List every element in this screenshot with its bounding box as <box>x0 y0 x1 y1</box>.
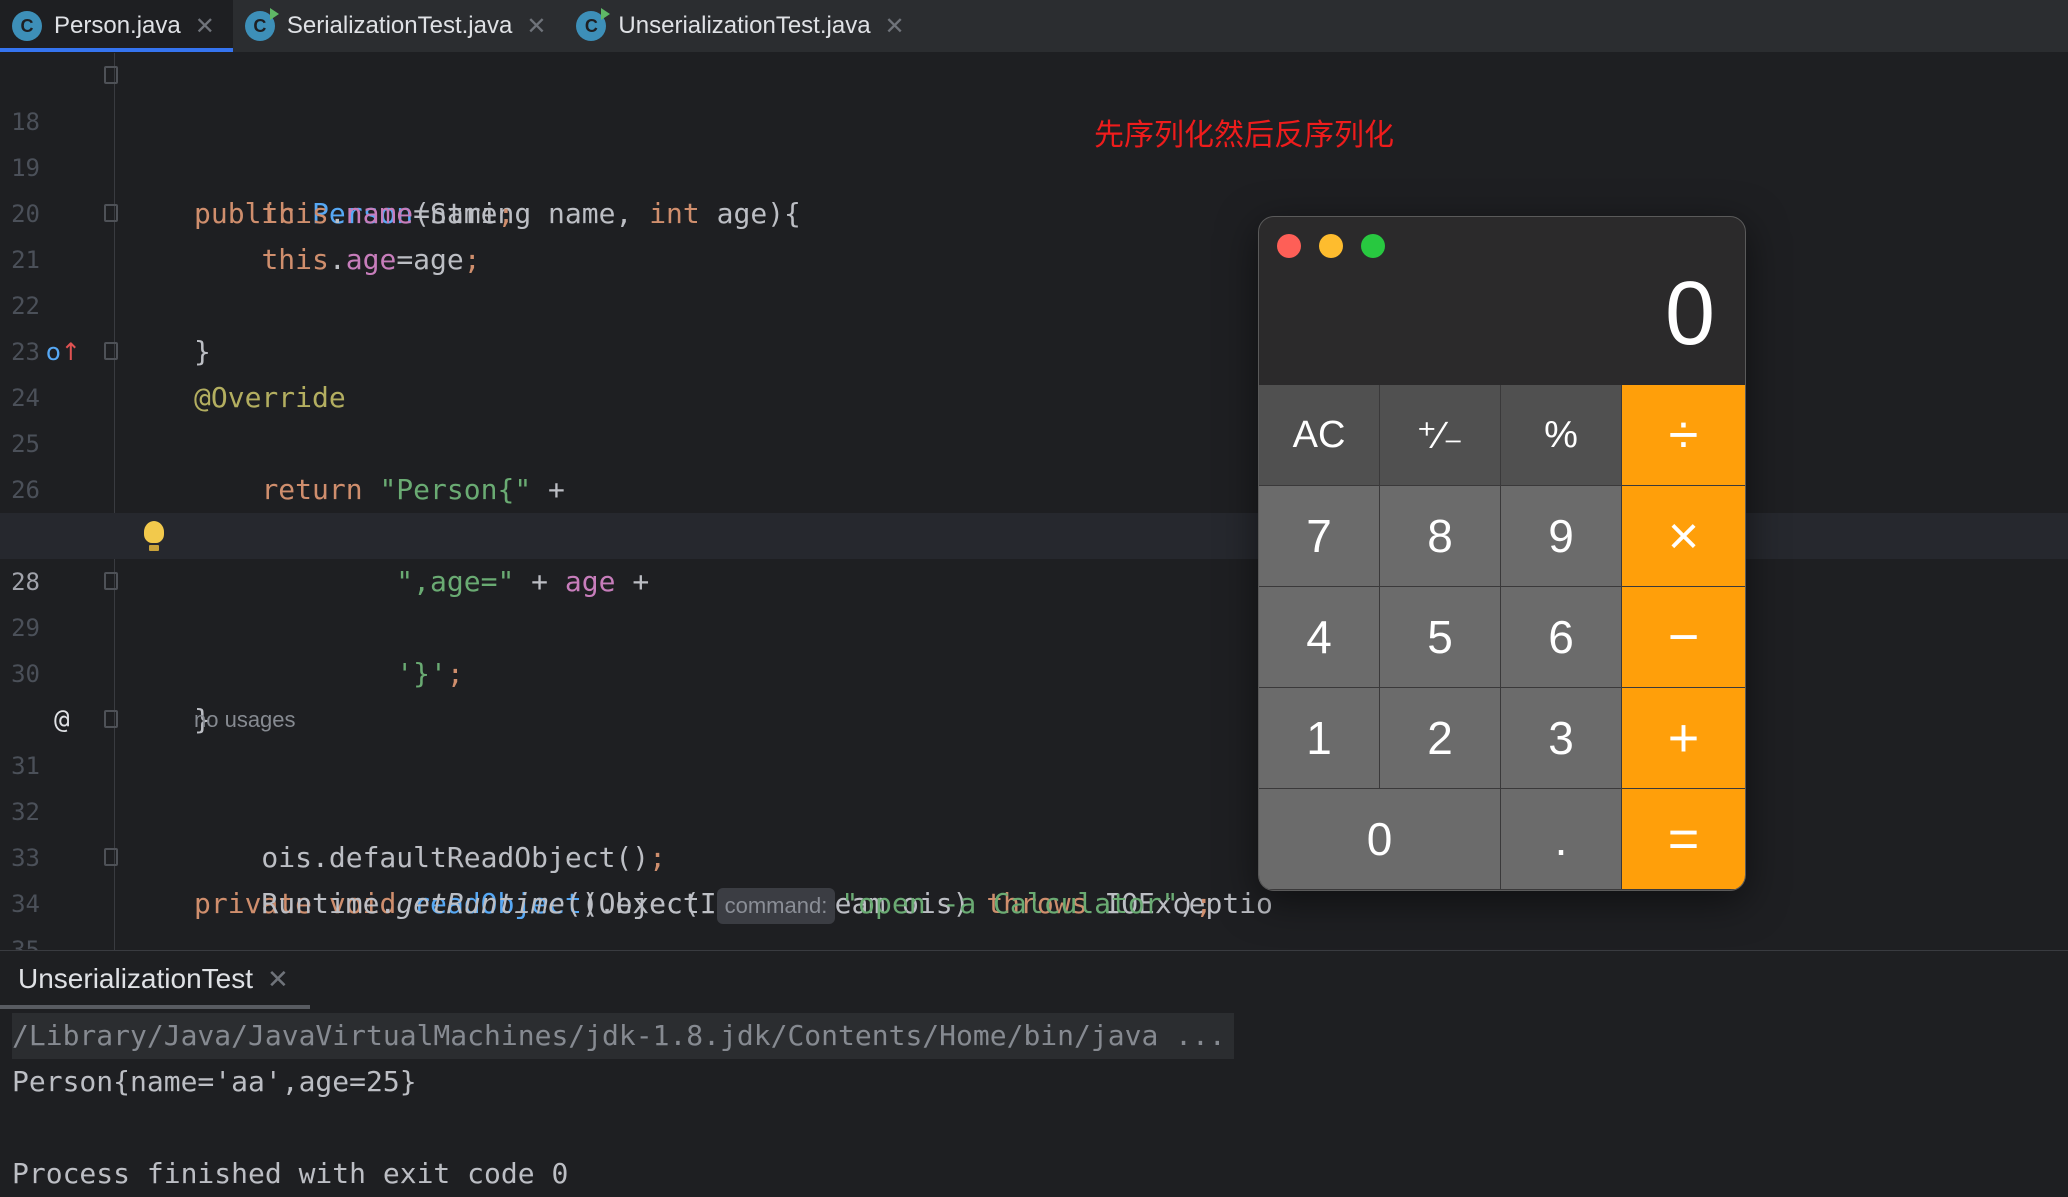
code-line[interactable]: 29 } <box>0 559 2068 736</box>
code-line[interactable]: 35 } <box>0 881 2068 1012</box>
run-tab-underline <box>0 1005 310 1009</box>
code-vision-line: no usages <box>0 651 2068 732</box>
code-line[interactable]: 31 @ private void readObject(ObjectInput… <box>0 697 2068 920</box>
console-output[interactable]: /Library/Java/JavaVirtualMachines/jdk-1.… <box>12 1013 1234 1197</box>
key-clear[interactable]: AC <box>1259 385 1380 486</box>
tab-label: Person.java <box>54 12 181 39</box>
key-7[interactable]: 7 <box>1259 486 1380 587</box>
key-2[interactable]: 2 <box>1380 688 1501 789</box>
code-line[interactable]: 33 Runtime.getRuntime().exec( command: "o… <box>0 789 2068 924</box>
calculator-window[interactable]: 0 AC ⁺∕₋ % ÷ 7 8 9 × 4 5 6 − 1 2 3 + 0 .… <box>1258 216 1746 891</box>
fold-marker-icon[interactable] <box>104 204 118 222</box>
runnable-class-icon: C <box>244 8 279 41</box>
key-sign[interactable]: ⁺∕₋ <box>1380 385 1501 486</box>
console-output-line: Person{name='aa',age=25} <box>12 1065 417 1098</box>
fold-marker-icon[interactable] <box>104 342 118 360</box>
key-divide[interactable]: ÷ <box>1622 385 1745 486</box>
tab-label: UnserializationTest.java <box>618 12 871 39</box>
code-line-current[interactable]: 28 '}'; <box>0 513 2068 690</box>
key-decimal[interactable]: . <box>1501 789 1622 890</box>
calculator-keypad: AC ⁺∕₋ % ÷ 7 8 9 × 4 5 6 − 1 2 3 + 0 . = <box>1259 385 1745 890</box>
run-tab-unserializationtest[interactable]: UnserializationTest ✕ <box>0 951 289 1007</box>
zoom-window-button[interactable] <box>1361 234 1385 258</box>
code-editor[interactable]: 18 public Person(String name, int age){ … <box>0 53 2068 1012</box>
code-line[interactable]: 20 this.age=age; <box>0 145 2068 276</box>
tab-person-java[interactable]: C Person.java ✕ <box>0 0 233 52</box>
annotation-at-icon[interactable]: @ <box>54 697 70 743</box>
fold-marker-icon[interactable] <box>104 572 118 590</box>
key-3[interactable]: 3 <box>1501 688 1622 789</box>
code-line[interactable]: 18 public Person(String name, int age){ <box>0 53 2068 230</box>
key-6[interactable]: 6 <box>1501 587 1622 688</box>
key-equals[interactable]: = <box>1622 789 1745 890</box>
close-icon[interactable]: ✕ <box>526 12 546 41</box>
key-1[interactable]: 1 <box>1259 688 1380 789</box>
key-8[interactable]: 8 <box>1380 486 1501 587</box>
run-tool-window: UnserializationTest ✕ /Library/Java/Java… <box>0 950 2068 1193</box>
key-add[interactable]: + <box>1622 688 1745 789</box>
calculator-display: 0 <box>1664 264 1715 364</box>
code-line[interactable]: 21 } <box>0 191 2068 368</box>
key-percent[interactable]: % <box>1501 385 1622 486</box>
runnable-class-icon: C <box>576 8 611 41</box>
key-multiply[interactable]: × <box>1622 486 1745 587</box>
minimize-window-button[interactable] <box>1319 234 1343 258</box>
code-line[interactable]: 24 o↑ public String toString(){ <box>0 329 2068 552</box>
code-line[interactable]: 26 "name='" + name + '\'' + <box>0 421 2068 552</box>
red-annotation-text: 先序列化然后反序列化 <box>1094 118 1394 153</box>
key-0[interactable]: 0 <box>1259 789 1501 890</box>
code-line[interactable]: 27 ",age=" + age + <box>0 467 2068 598</box>
console-exit-line: Process finished with exit code 0 <box>12 1157 569 1190</box>
code-line[interactable]: 19 this.name=name; <box>0 99 2068 230</box>
tab-serializationtest-java[interactable]: C SerializationTest.java ✕ <box>233 0 565 52</box>
code-line[interactable]: 22 <box>0 237 2068 320</box>
fold-marker-icon[interactable] <box>104 710 118 728</box>
overrides-method-icon[interactable]: o↑ <box>46 329 81 375</box>
code-line[interactable]: 30 <box>0 605 2068 688</box>
code-line[interactable]: 23 @Override <box>0 283 2068 414</box>
close-icon[interactable]: ✕ <box>885 12 905 41</box>
console-command-line[interactable]: /Library/Java/JavaVirtualMachines/jdk-1.… <box>12 1013 1234 1059</box>
code-line[interactable]: 25 return "Person{" + <box>0 375 2068 506</box>
key-5[interactable]: 5 <box>1380 587 1501 688</box>
run-tab-label: UnserializationTest <box>18 963 253 994</box>
key-9[interactable]: 9 <box>1501 486 1622 587</box>
lightbulb-icon[interactable] <box>144 521 164 551</box>
key-subtract[interactable]: − <box>1622 587 1745 688</box>
fold-marker-icon[interactable] <box>104 848 118 866</box>
editor-tab-bar: C Person.java ✕ C SerializationTest.java… <box>0 0 2068 53</box>
key-4[interactable]: 4 <box>1259 587 1380 688</box>
code-line[interactable]: 32 ois.defaultReadObject(); <box>0 743 2068 874</box>
fold-marker-icon[interactable] <box>104 66 118 84</box>
tab-label: SerializationTest.java <box>286 12 513 39</box>
code-line[interactable]: 34 } <box>0 835 2068 1012</box>
close-window-button[interactable] <box>1277 234 1301 258</box>
close-icon[interactable]: ✕ <box>267 964 289 995</box>
close-icon[interactable]: ✕ <box>195 12 215 41</box>
java-class-icon: C <box>12 11 42 41</box>
tab-unserializationtest-java[interactable]: C UnserializationTest.java ✕ <box>564 0 922 52</box>
